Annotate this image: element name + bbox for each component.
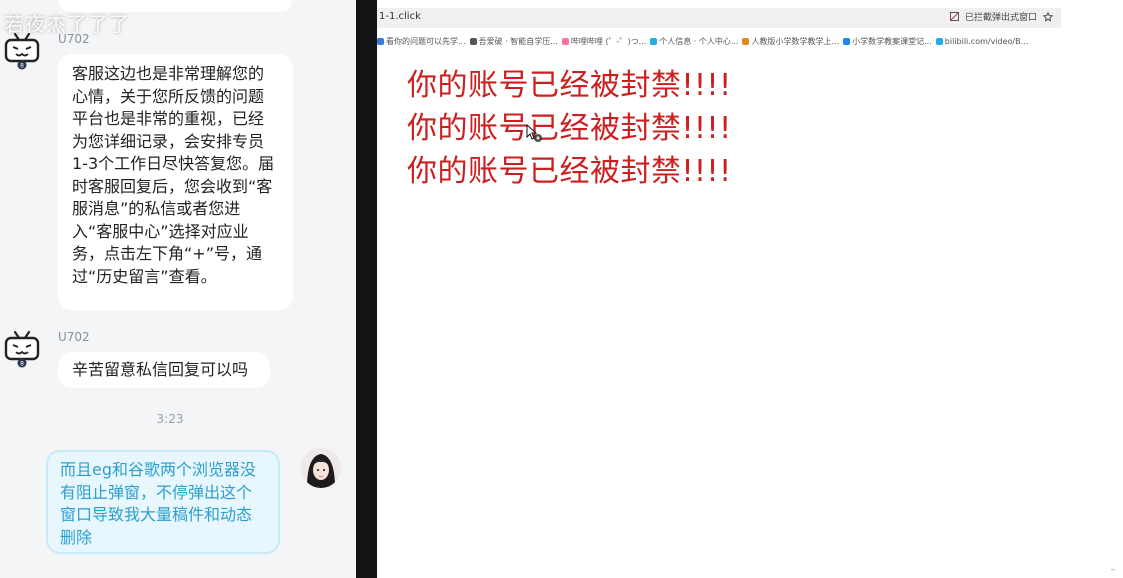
bot-avatar-icon[interactable]: 8 <box>2 31 42 71</box>
corner-mark: _ <box>1111 561 1115 570</box>
bookmark-item[interactable]: 哔哩哔哩 (゜-゜)つ... <box>561 36 646 47</box>
bot-avatar-icon[interactable]: 8 <box>2 329 42 369</box>
message-sender: U702 <box>58 330 90 344</box>
ban-message: 你的账号已经被封禁!!!! <box>407 154 732 189</box>
user-avatar[interactable] <box>301 448 341 488</box>
cursor-icon <box>526 124 542 142</box>
bookmark-favicon-icon <box>742 37 750 45</box>
chat-bubble-sent: 而且eg和谷歌两个浏览器没有阻止弹窗，不停弹出这个窗口导致我大量稿件和动态删除 <box>46 450 280 554</box>
bookmark-favicon-icon <box>561 37 569 45</box>
bookmark-item[interactable]: 人教版小学数学教学上... <box>742 36 839 47</box>
bookmark-item[interactable]: 看你的问题可以先学... <box>377 36 466 47</box>
bookmark-item[interactable]: 个人信息 · 个人中心... <box>650 36 738 47</box>
chat-panel: 若夜杰了了了 8 U702 客服这边也是非常理解您的心情，关于您所反馈的问题平台… <box>0 0 356 578</box>
url-text[interactable]: 1-1.click <box>379 11 421 22</box>
bookmark-favicon-icon <box>469 37 477 45</box>
popup-blocked-icon[interactable] <box>949 12 959 21</box>
ban-message: 你的账号已经被封禁!!!! <box>407 68 732 103</box>
bookmarks-bar: 看你的问题可以先学... 吾爱破 · 智能自学压... 哔哩哔哩 (゜-゜)つ.… <box>377 34 1061 48</box>
message-timestamp: 3:23 <box>156 412 184 426</box>
bookmark-favicon-icon <box>843 37 851 45</box>
popup-blocked-label[interactable]: 已拦截弹出式窗口 <box>965 10 1037 23</box>
chat-bubble-received: 辛苦留意私信回复可以吗 <box>58 352 270 388</box>
bookmark-item[interactable]: 吾爱破 · 智能自学压... <box>469 36 558 47</box>
address-bar-actions: 已拦截弹出式窗口 <box>949 10 1053 23</box>
ban-message: 你的账号已经被封禁!!!! <box>407 111 732 146</box>
user-avatar-icon <box>301 448 341 488</box>
chat-bubble-received: 客服这边也是非常理解您的心情，关于您所反馈的问题平台也是非常的重视，已经为您详细… <box>58 54 293 310</box>
star-icon[interactable] <box>1043 11 1053 22</box>
message-sender: U702 <box>58 32 90 46</box>
bookmark-item[interactable]: bilibili.com/video/B... <box>935 37 1028 46</box>
bookmark-item[interactable]: 小学数学教案课堂记... <box>843 36 932 47</box>
svg-text:8: 8 <box>20 361 24 368</box>
browser-window: 1-1.click 已拦截弹出式窗口 看你的问题可以先学... 吾爱破 · 智能… <box>377 0 1123 578</box>
bookmark-favicon-icon <box>935 37 943 45</box>
bookmark-favicon-icon <box>377 37 384 45</box>
bookmark-favicon-icon <box>650 37 658 45</box>
svg-text:8: 8 <box>20 63 24 70</box>
address-bar[interactable]: 1-1.click 已拦截弹出式窗口 <box>377 8 1061 28</box>
panel-divider <box>356 0 377 578</box>
